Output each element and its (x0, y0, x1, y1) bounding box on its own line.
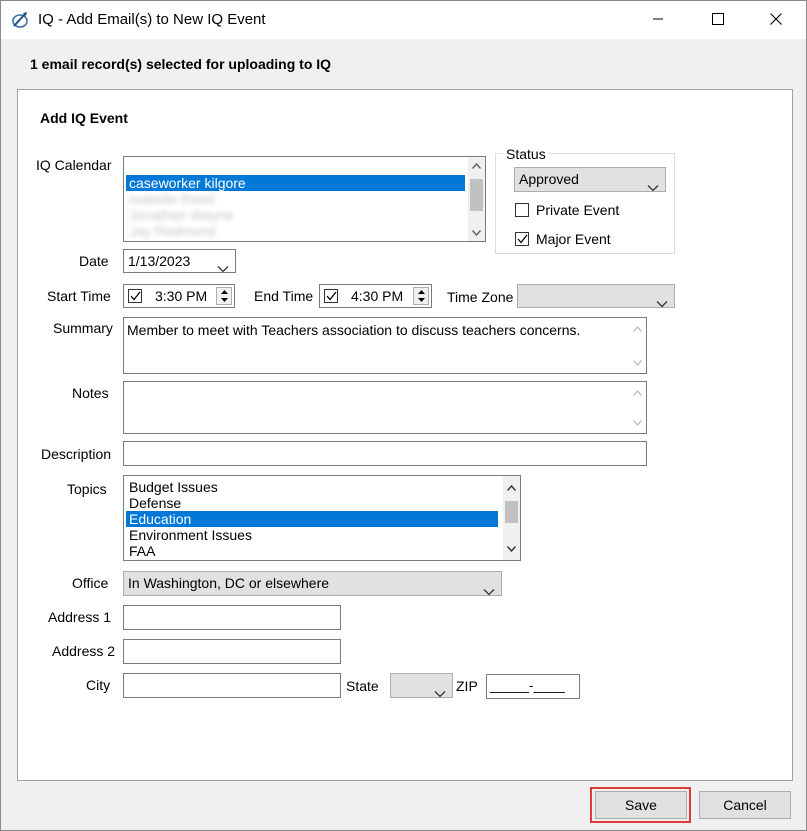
selection-summary: 1 email record(s) selected for uploading… (30, 56, 332, 72)
end-time-checkbox[interactable] (324, 289, 338, 303)
scroll-thumb[interactable] (505, 501, 518, 523)
minimize-button[interactable] (635, 1, 681, 39)
scroll-up-icon[interactable] (629, 320, 646, 337)
close-icon (770, 12, 782, 28)
address2-label: Address 2 (52, 643, 116, 659)
start-time-picker[interactable]: 3:30 PM (123, 284, 235, 308)
end-time-picker[interactable]: 4:30 PM (319, 284, 432, 308)
start-time-spinner[interactable] (216, 287, 232, 305)
scroll-up-icon[interactable] (503, 479, 520, 496)
chevron-down-icon (483, 580, 495, 595)
end-time-value[interactable]: 4:30 PM (351, 288, 403, 304)
section-title: Add IQ Event (40, 110, 128, 126)
description-input[interactable] (123, 441, 647, 466)
start-time-value[interactable]: 3:30 PM (155, 288, 207, 304)
save-button-highlight (590, 787, 691, 823)
date-value: 1/13/2023 (128, 253, 191, 269)
chevron-down-icon (217, 257, 229, 273)
scroll-down-icon[interactable] (629, 354, 646, 371)
calendar-item-selected[interactable]: caseworker kilgore (126, 175, 465, 191)
end-time-spinner[interactable] (413, 287, 429, 305)
scroll-up-icon[interactable] (629, 384, 646, 401)
summary-label: Summary (53, 320, 113, 336)
window-title: IQ - Add Email(s) to New IQ Event (38, 11, 266, 28)
office-value: In Washington, DC or elsewhere (128, 575, 330, 591)
topics-scrollbar[interactable] (503, 476, 520, 560)
summary-textarea[interactable]: Member to meet with Teachers association… (123, 317, 647, 374)
description-label: Description (41, 446, 112, 462)
state-label: State (346, 678, 379, 694)
address2-input[interactable] (123, 639, 341, 664)
calendar-scrollbar[interactable] (468, 157, 485, 241)
calendar-label: IQ Calendar (36, 157, 112, 173)
zip-label: ZIP (456, 678, 478, 694)
status-dropdown[interactable]: Approved (514, 167, 666, 192)
notes-textarea[interactable] (123, 381, 647, 434)
status-group-label: Status (503, 146, 549, 162)
summary-text: Member to meet with Teachers association… (127, 322, 581, 338)
time-zone-label: Time Zone (447, 289, 514, 305)
topics-listbox[interactable]: Budget Issues Defense Education Environm… (123, 475, 521, 561)
topic-item[interactable]: Budget Issues (126, 479, 218, 495)
topic-item[interactable]: Environment Issues (126, 527, 252, 543)
checkmark-icon (517, 234, 528, 244)
address1-input[interactable] (123, 605, 341, 630)
spin-down-icon[interactable] (414, 296, 428, 304)
private-event-checkbox[interactable] (515, 203, 529, 217)
checkmark-icon (130, 291, 141, 301)
topic-item[interactable]: FAA (126, 543, 155, 559)
minimize-icon (652, 12, 664, 28)
scroll-up-icon[interactable] (468, 157, 485, 174)
summary-scrollbar[interactable] (629, 318, 646, 373)
topic-item[interactable]: Defense (126, 495, 181, 511)
spin-up-icon[interactable] (414, 288, 428, 296)
calendar-item[interactable]: Jonathan Wayne (126, 207, 234, 223)
time-zone-dropdown[interactable] (517, 284, 675, 308)
city-input[interactable] (123, 673, 341, 698)
scroll-down-icon[interactable] (629, 414, 646, 431)
start-time-label: Start Time (47, 288, 111, 304)
office-dropdown[interactable]: In Washington, DC or elsewhere (123, 571, 502, 596)
zip-input[interactable]: _____-____ (486, 674, 580, 699)
maximize-button[interactable] (695, 1, 741, 39)
scroll-down-icon[interactable] (503, 540, 520, 557)
major-event-label[interactable]: Major Event (536, 231, 611, 247)
notes-label: Notes (72, 385, 109, 401)
checkmark-icon (326, 291, 337, 301)
notes-scrollbar[interactable] (629, 382, 646, 433)
maximize-icon (712, 12, 724, 28)
topics-label: Topics (67, 481, 107, 497)
spin-up-icon[interactable] (217, 288, 231, 296)
cancel-button[interactable]: Cancel (699, 791, 791, 819)
address1-label: Address 1 (48, 609, 112, 625)
office-label: Office (72, 575, 109, 591)
title-bar[interactable]: IQ - Add Email(s) to New IQ Event (1, 1, 806, 39)
topic-item-selected[interactable]: Education (126, 511, 498, 527)
start-time-checkbox[interactable] (128, 289, 142, 303)
chevron-down-icon (656, 292, 668, 308)
chevron-down-icon (647, 176, 659, 191)
city-label: City (86, 677, 111, 693)
state-dropdown[interactable] (390, 673, 453, 698)
calendar-item[interactable]: Jay Redmond (126, 223, 215, 239)
scroll-down-icon[interactable] (468, 224, 485, 241)
zip-value: _____-____ (490, 677, 565, 693)
date-picker[interactable]: 1/13/2023 (123, 249, 236, 273)
spin-down-icon[interactable] (217, 296, 231, 304)
chevron-down-icon (434, 682, 446, 697)
app-logo-icon (10, 10, 30, 30)
close-button[interactable] (753, 1, 799, 39)
calendar-listbox[interactable]: caseworker kilgore Isabelle Reed Jonatha… (123, 156, 486, 242)
calendar-item[interactable]: Isabelle Reed (126, 191, 215, 207)
major-event-checkbox[interactable] (515, 232, 529, 246)
private-event-label[interactable]: Private Event (536, 202, 619, 218)
scroll-thumb[interactable] (470, 179, 483, 211)
date-label: Date (79, 253, 109, 269)
end-time-label: End Time (254, 288, 314, 304)
status-value: Approved (519, 171, 579, 187)
